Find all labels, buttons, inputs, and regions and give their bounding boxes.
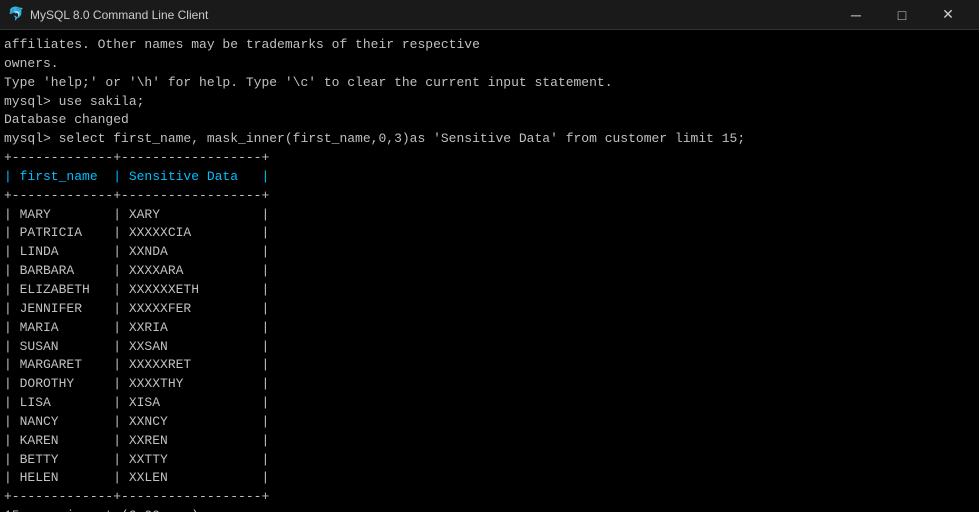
terminal-line: Database changed: [4, 111, 975, 130]
title-bar: 🐬 MySQL 8.0 Command Line Client ─ □ ✕: [0, 0, 979, 30]
close-button[interactable]: ✕: [925, 0, 971, 30]
terminal[interactable]: affiliates. Other names may be trademark…: [0, 30, 979, 512]
terminal-line: mysql> select first_name, mask_inner(fir…: [4, 130, 975, 149]
table-row: | LISA | XISA |: [4, 394, 975, 413]
terminal-line: mysql> use sakila;: [4, 93, 975, 112]
table-row: | BETTY | XXTTY |: [4, 451, 975, 470]
app-title: MySQL 8.0 Command Line Client: [30, 8, 827, 22]
minimize-button[interactable]: ─: [833, 0, 879, 30]
maximize-button[interactable]: □: [879, 0, 925, 30]
app-icon: 🐬: [8, 7, 24, 23]
terminal-line: Type 'help;' or '\h' for help. Type '\c'…: [4, 74, 975, 93]
table-row: | BARBARA | XXXXARA |: [4, 262, 975, 281]
table-row: | PATRICIA | XXXXXCIA |: [4, 224, 975, 243]
window-controls: ─ □ ✕: [833, 0, 971, 30]
terminal-line: affiliates. Other names may be trademark…: [4, 36, 975, 55]
table-row: | HELEN | XXLEN |: [4, 469, 975, 488]
terminal-line: owners.: [4, 55, 975, 74]
terminal-line: +-------------+------------------+: [4, 149, 975, 168]
table-row: | JENNIFER | XXXXXFER |: [4, 300, 975, 319]
terminal-line: +-------------+------------------+: [4, 187, 975, 206]
terminal-line: +-------------+------------------+: [4, 488, 975, 507]
table-row: | MARIA | XXRIA |: [4, 319, 975, 338]
table-row: | KAREN | XXREN |: [4, 432, 975, 451]
table-row: | MARGARET | XXXXXRET |: [4, 356, 975, 375]
terminal-line: 15 rows in set (0.00 sec): [4, 507, 975, 512]
table-row: | DOROTHY | XXXXTHY |: [4, 375, 975, 394]
table-row: | SUSAN | XXSAN |: [4, 338, 975, 357]
table-row: | LINDA | XXNDA |: [4, 243, 975, 262]
table-row: | ELIZABETH | XXXXXXETH |: [4, 281, 975, 300]
table-header-row: | first_name | Sensitive Data |: [4, 168, 975, 187]
table-row: | NANCY | XXNCY |: [4, 413, 975, 432]
table-row: | MARY | XARY |: [4, 206, 975, 225]
